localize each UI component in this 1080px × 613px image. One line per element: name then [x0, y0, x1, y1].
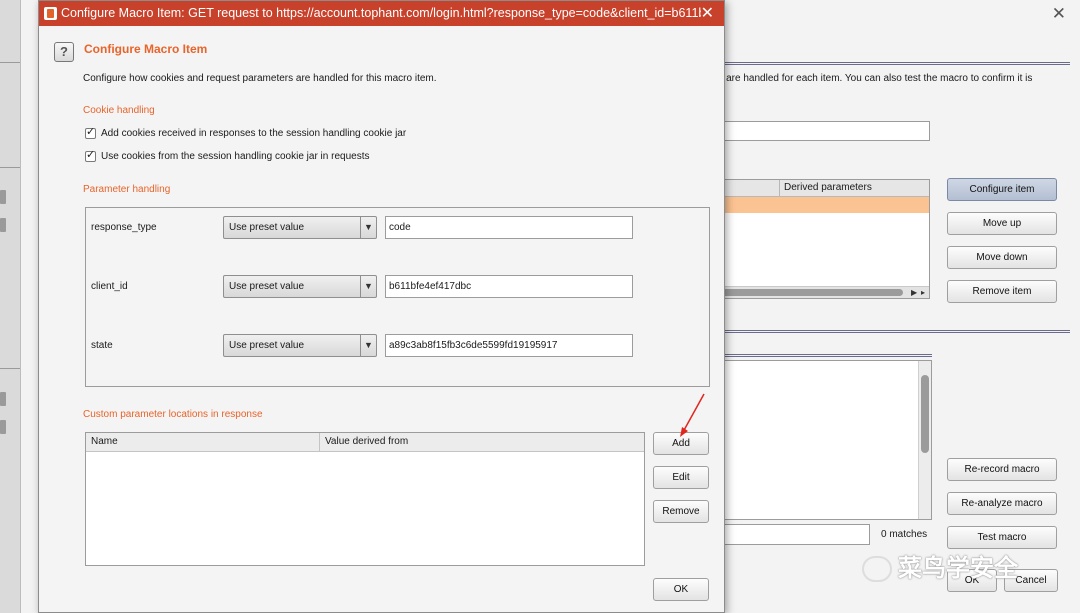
close-icon[interactable]: ✕ [701, 3, 714, 23]
reanalyze-macro-button[interactable]: Re-analyze macro [947, 492, 1057, 515]
chevron-down-icon[interactable]: ▼ [360, 335, 376, 356]
macro-description: okies are handled for each item. You can… [700, 73, 1033, 84]
divider [700, 354, 932, 357]
search-input[interactable] [700, 524, 870, 545]
parameter-handling-panel: response_type Use preset value ▼ code cl… [85, 207, 710, 387]
move-up-button[interactable]: Move up [947, 212, 1057, 235]
param-mode-select[interactable]: Use preset value ▼ [223, 216, 377, 239]
param-mode-select[interactable]: Use preset value ▼ [223, 334, 377, 357]
annotation-arrow-icon [680, 393, 705, 437]
column-derived-parameters[interactable]: Derived parameters [779, 180, 872, 196]
chevron-down-icon[interactable]: ▼ [360, 276, 376, 297]
add-cookies-checkbox[interactable]: Add cookies received in responses to the… [85, 126, 407, 142]
parameter-handling-heading: Parameter handling [83, 184, 171, 195]
divider [700, 330, 1070, 333]
vertical-scrollbar[interactable] [918, 361, 931, 519]
page-title: Configure Macro Item [84, 42, 208, 56]
param-value-input[interactable]: a89c3ab8f15fb3c6de5599fd19195917 [385, 334, 633, 357]
use-cookies-checkbox[interactable]: Use cookies from the session handling co… [85, 149, 370, 165]
configure-item-button[interactable]: Configure item [947, 178, 1057, 201]
scroll-right-icon[interactable]: ▶ [911, 287, 917, 298]
dialog-title: Configure Macro Item: GET request to htt… [61, 6, 701, 20]
rerecord-macro-button[interactable]: Re-record macro [947, 458, 1057, 481]
macro-items-table[interactable]: Derived parameters ▶ ▸ [700, 179, 930, 299]
checkbox-checked-icon[interactable] [85, 149, 96, 162]
param-value-input[interactable]: code [385, 216, 633, 239]
response-viewer[interactable] [700, 360, 932, 520]
checkbox-label: Add cookies received in responses to the… [101, 128, 407, 140]
scroll-thumb[interactable] [921, 375, 929, 453]
custom-locations-heading: Custom parameter locations in response [83, 409, 263, 420]
close-icon[interactable]: ✕ [1052, 4, 1066, 24]
side-marker [0, 190, 6, 204]
select-value: Use preset value [229, 222, 305, 233]
select-value: Use preset value [229, 340, 305, 351]
divider [700, 62, 1070, 65]
help-icon[interactable]: ? [54, 42, 74, 62]
chevron-down-icon[interactable]: ▼ [360, 217, 376, 238]
burp-logo-icon [44, 7, 57, 20]
column-value-derived-from[interactable]: Value derived from [319, 433, 408, 451]
edit-button[interactable]: Edit [653, 466, 709, 489]
param-row-state: state Use preset value ▼ a89c3ab8f15fb3c… [86, 334, 706, 358]
search-match-count: 0 matches [881, 529, 928, 540]
checkbox-checked-icon[interactable] [85, 126, 96, 139]
horizontal-scrollbar[interactable]: ▶ ▸ [701, 286, 929, 298]
dialog-titlebar: Configure Macro Item: GET request to htt… [39, 1, 724, 26]
param-mode-select[interactable]: Use preset value ▼ [223, 275, 377, 298]
configure-macro-item-dialog: Configure Macro Item: GET request to htt… [38, 0, 725, 613]
watermark: 菜鸟学安全 [862, 548, 1052, 588]
checkbox-label: Use cookies from the session handling co… [101, 151, 370, 163]
param-row-response-type: response_type Use preset value ▼ code [86, 216, 706, 240]
watermark-text: 菜鸟学安全 [898, 554, 1018, 582]
table-header: Derived parameters [701, 180, 929, 197]
ok-button[interactable]: OK [653, 578, 709, 601]
custom-locations-table[interactable]: Name Value derived from [85, 432, 645, 566]
side-marker [0, 420, 6, 434]
side-marker [0, 218, 6, 232]
param-name: client_id [91, 281, 128, 292]
side-marker [0, 392, 6, 406]
column-name[interactable]: Name [86, 433, 118, 451]
wechat-logo-icon [862, 556, 892, 582]
scroll-right-icon[interactable]: ▸ [921, 287, 925, 298]
macro-name-field[interactable] [700, 121, 930, 141]
scroll-thumb[interactable] [707, 289, 903, 296]
table-header: Name Value derived from [86, 433, 644, 452]
test-macro-button[interactable]: Test macro [947, 526, 1057, 549]
remove-button[interactable]: Remove [653, 500, 709, 523]
param-value-input[interactable]: b611bfe4ef417dbc [385, 275, 633, 298]
select-value: Use preset value [229, 281, 305, 292]
move-down-button[interactable]: Move down [947, 246, 1057, 269]
param-name: response_type [91, 222, 157, 233]
param-name: state [91, 340, 113, 351]
table-row-selected[interactable] [701, 197, 929, 213]
param-row-client-id: client_id Use preset value ▼ b611bfe4ef4… [86, 275, 706, 299]
remove-item-button[interactable]: Remove item [947, 280, 1057, 303]
dialog-description: Configure how cookies and request parame… [83, 73, 437, 84]
cookie-handling-heading: Cookie handling [83, 105, 155, 116]
